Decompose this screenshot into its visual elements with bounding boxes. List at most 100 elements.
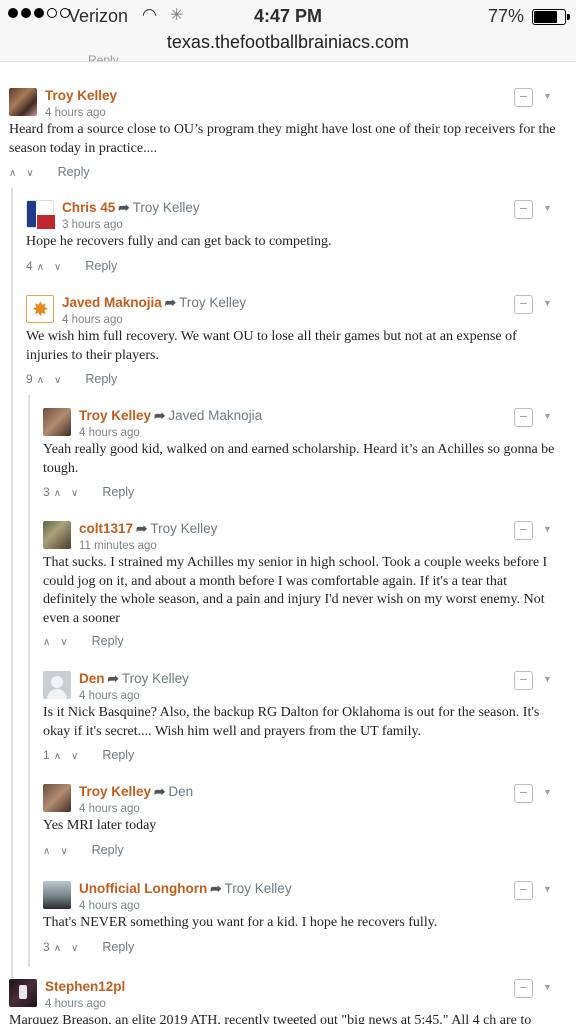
user-photo-avatar[interactable] [9,88,37,116]
address-bar-url[interactable]: texas.thefootballbrainiacs.com [0,32,576,53]
reply-to-name[interactable]: Troy Kelley [150,521,217,536]
author-name[interactable]: Stephen12pl [45,979,125,994]
upvote-icon[interactable]: ∧ [37,375,44,386]
downvote-icon[interactable]: ∨ [26,168,33,179]
author-name[interactable]: colt1317 [79,521,133,536]
upvote-icon[interactable]: ∧ [9,168,16,179]
comment-actions: ∧ ∨ Reply [9,165,90,179]
reply-arrow-icon: ➦ [164,295,177,310]
orange-emblem-avatar[interactable] [26,295,54,323]
reply-arrow-icon: ➦ [107,671,119,686]
comment-time[interactable]: 4 hours ago [62,314,123,326]
user-photo-avatar[interactable] [9,979,37,1007]
reply-button[interactable]: Reply [92,634,124,648]
default-user-avatar[interactable] [43,671,71,699]
author-name[interactable]: Unofficial Longhorn [79,881,207,896]
status-bar: Verizon ◠ ✳ 4:47 PM 77% [0,4,576,28]
collapse-button[interactable]: − [514,671,533,690]
comment-time[interactable]: 4 hours ago [79,803,140,815]
collapse-button[interactable]: − [514,88,533,107]
comment-actions: 9 ∧ ∨ Reply [26,372,117,386]
reply-arrow-icon: ➦ [154,784,166,799]
vote-count: 9 [26,372,33,386]
comment-time[interactable]: 11 minutes ago [79,540,157,552]
comment-actions: 1 ∧ ∨ Reply [43,748,134,762]
reply-to-name[interactable]: Den [168,784,193,799]
comment-text: Yeah really good kid, walked on and earn… [43,442,555,476]
chevron-down-icon[interactable]: ▼ [543,674,552,684]
chevron-down-icon[interactable]: ▼ [543,884,552,894]
collapse-button[interactable]: − [514,881,533,900]
downvote-icon[interactable]: ∨ [54,262,61,273]
reply-button[interactable]: Reply [58,165,90,179]
chevron-down-icon[interactable]: ▼ [543,298,552,308]
upvote-icon[interactable]: ∧ [43,637,50,648]
reply-button[interactable]: Reply [85,259,117,273]
comment-text: That's NEVER something you want for a ki… [43,915,438,930]
reply-button[interactable]: Reply [92,843,124,857]
upvote-icon[interactable]: ∧ [54,751,61,762]
comment-time[interactable]: 4 hours ago [79,690,140,702]
author-name[interactable]: Javed Maknojia [62,295,162,310]
downvote-icon[interactable]: ∨ [60,637,67,648]
reply-link-partial[interactable]: Reply [88,53,119,61]
vote-count: 4 [26,259,33,273]
upvote-icon[interactable]: ∧ [54,488,61,499]
chevron-down-icon[interactable]: ▼ [543,524,552,534]
user-photo-avatar[interactable] [43,784,71,812]
vote-count: 3 [43,940,50,954]
chevron-down-icon[interactable]: ▼ [543,203,552,213]
comment-time[interactable]: 4 hours ago [79,900,140,912]
upvote-icon[interactable]: ∧ [54,943,61,954]
collapse-button[interactable]: − [514,408,533,427]
reply-to-name[interactable]: Troy Kelley [133,200,200,215]
comment-actions: 3 ∧ ∨ Reply [43,485,134,499]
author-name[interactable]: Troy Kelley [79,784,151,799]
downvote-icon[interactable]: ∨ [71,943,78,954]
texas-flag-avatar[interactable] [26,200,55,229]
user-photo-avatar[interactable] [43,408,71,436]
author-name[interactable]: Troy Kelley [45,88,117,103]
upvote-icon[interactable]: ∧ [37,262,44,273]
downvote-icon[interactable]: ∨ [71,751,78,762]
downvote-icon[interactable]: ∨ [54,375,61,386]
comment-author-line: Troy Kelley [45,88,117,103]
comment-author-line: Unofficial Longhorn ➦ Troy Kelley [79,881,292,897]
author-name[interactable]: Chris 45 [62,200,115,215]
collapse-button[interactable]: − [514,295,533,314]
reply-button[interactable]: Reply [102,485,134,499]
comment-time[interactable]: 3 hours ago [62,219,123,231]
collapse-button[interactable]: − [514,521,533,540]
reply-button[interactable]: Reply [102,748,134,762]
user-photo-avatar[interactable] [43,521,71,549]
reply-button[interactable]: Reply [102,940,134,954]
comment-actions: ∧ ∨ Reply [43,634,124,648]
collapse-button[interactable]: − [514,784,533,803]
comment-text: Hope he recovers fully and can get back … [26,234,332,249]
reply-arrow-icon: ➦ [154,408,166,423]
comment-time[interactable]: 4 hours ago [45,107,106,119]
author-name[interactable]: Den [79,671,105,686]
user-photo-avatar[interactable] [43,881,71,909]
reply-to-name[interactable]: Javed Maknojia [168,408,262,423]
collapse-button[interactable]: − [514,979,533,998]
reply-to-name[interactable]: Troy Kelley [225,881,292,896]
comment-actions: 3 ∧ ∨ Reply [43,940,134,954]
reply-button[interactable]: Reply [85,372,117,386]
chevron-down-icon[interactable]: ▼ [543,91,552,101]
upvote-icon[interactable]: ∧ [43,846,50,857]
battery-icon [532,9,570,25]
comment-time[interactable]: 4 hours ago [45,998,106,1010]
reply-to-name[interactable]: Troy Kelley [179,295,246,310]
chevron-down-icon[interactable]: ▼ [543,982,552,992]
collapse-button[interactable]: − [514,200,533,219]
author-name[interactable]: Troy Kelley [79,408,151,423]
comment-time[interactable]: 4 hours ago [79,427,140,439]
reply-to-name[interactable]: Troy Kelley [122,671,189,686]
downvote-icon[interactable]: ∨ [71,488,78,499]
battery-percent: 77% [487,6,524,26]
comment-text: Heard from a source close to OU’s progra… [9,122,556,156]
chevron-down-icon[interactable]: ▼ [543,411,552,421]
downvote-icon[interactable]: ∨ [60,846,67,857]
chevron-down-icon[interactable]: ▼ [543,787,552,797]
